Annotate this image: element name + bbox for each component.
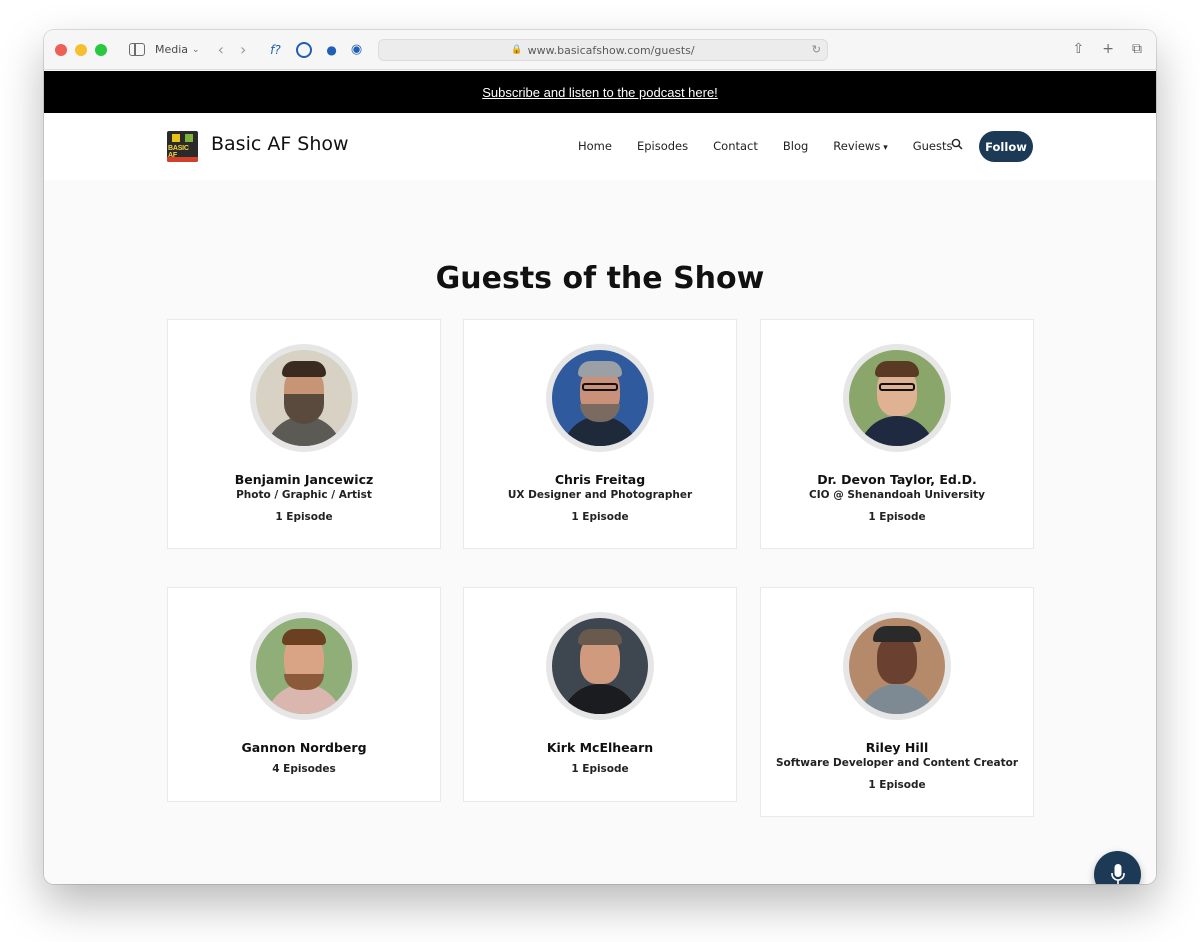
- guest-role: Software Developer and Content Creator: [775, 757, 1019, 769]
- guest-name[interactable]: Kirk McElhearn: [464, 740, 736, 755]
- podcast-player-button[interactable]: [1094, 851, 1141, 884]
- guest-card[interactable]: Riley Hill Software Developer and Conten…: [760, 587, 1034, 817]
- guest-name[interactable]: Gannon Nordberg: [168, 740, 440, 755]
- guest-role: CIO @ Shenandoah University: [809, 489, 985, 501]
- avatar: [250, 344, 358, 452]
- page-title: Guests of the Show: [435, 261, 765, 296]
- subscribe-link[interactable]: Subscribe and listen to the podcast here…: [482, 85, 718, 100]
- sidebar-label[interactable]: Media: [155, 43, 188, 56]
- guest-name[interactable]: Riley Hill: [761, 740, 1033, 755]
- guest-card[interactable]: Gannon Nordberg 4 Episodes: [167, 587, 441, 802]
- tab-overview-icon[interactable]: ⧉: [1132, 41, 1142, 57]
- avatar: [843, 612, 951, 720]
- guest-episodes[interactable]: 1 Episode: [168, 511, 440, 523]
- avatar: [843, 344, 951, 452]
- share-icon[interactable]: ⇧: [1073, 41, 1085, 57]
- minimize-window-button[interactable]: [75, 43, 87, 56]
- nav-guests[interactable]: Guests: [913, 139, 953, 153]
- guest-card[interactable]: Kirk McElhearn 1 Episode: [463, 587, 737, 802]
- chevron-down-icon[interactable]: ⌄: [192, 45, 200, 55]
- site-title[interactable]: Basic AF Show: [211, 133, 349, 155]
- lock-icon: 🔒: [511, 45, 523, 55]
- guest-role: UX Designer and Photographer: [507, 489, 693, 501]
- avatar: [546, 612, 654, 720]
- guest-episodes[interactable]: 1 Episode: [761, 779, 1033, 791]
- new-tab-icon[interactable]: +: [1102, 41, 1114, 57]
- page: Subscribe and listen to the podcast here…: [44, 71, 1156, 884]
- guest-name[interactable]: Dr. Devon Taylor, Ed.D.: [761, 472, 1033, 487]
- guest-name[interactable]: Chris Freitag: [464, 472, 736, 487]
- microphone-icon: [1110, 863, 1125, 884]
- avatar: [250, 612, 358, 720]
- avatar: [546, 344, 654, 452]
- site-header: BASIC AF Basic AF Show Home Episodes Con…: [44, 113, 1156, 180]
- guest-card[interactable]: Benjamin Jancewicz Photo / Graphic / Art…: [167, 319, 441, 549]
- rss-icon[interactable]: ●: [326, 43, 336, 57]
- guest-episodes[interactable]: 1 Episode: [761, 511, 1033, 523]
- guest-card[interactable]: Chris Freitag UX Designer and Photograph…: [463, 319, 737, 549]
- broadcast-icon[interactable]: ◉: [351, 42, 362, 57]
- sidebar-toggle-icon[interactable]: [129, 43, 145, 56]
- close-window-button[interactable]: [55, 43, 67, 56]
- browser-window: Media ⌄ ‹ › f? ● ◉ 🔒 www.basicafshow.com…: [44, 30, 1156, 884]
- subscribe-banner: Subscribe and listen to the podcast here…: [44, 71, 1156, 113]
- zoom-window-button[interactable]: [95, 43, 107, 56]
- nav-reviews[interactable]: Reviews: [833, 139, 887, 153]
- nav-contact[interactable]: Contact: [713, 139, 758, 153]
- reload-icon[interactable]: ↻: [812, 43, 821, 56]
- url-text: www.basicafshow.com/guests/: [527, 43, 695, 57]
- guest-name[interactable]: Benjamin Jancewicz: [168, 472, 440, 487]
- nav-home[interactable]: Home: [578, 139, 612, 153]
- site-logo[interactable]: BASIC AF: [167, 131, 198, 162]
- guest-card[interactable]: Dr. Devon Taylor, Ed.D. CIO @ Shenandoah…: [760, 319, 1034, 549]
- follow-button[interactable]: Follow: [979, 131, 1033, 162]
- address-bar[interactable]: 🔒 www.basicafshow.com/guests/ ↻: [378, 39, 828, 61]
- function-extension-icon[interactable]: f?: [266, 41, 284, 59]
- main-nav: Home Episodes Contact Blog Reviews Guest…: [578, 139, 978, 153]
- nav-blog[interactable]: Blog: [783, 139, 808, 153]
- forward-arrow-icon[interactable]: ›: [240, 40, 246, 59]
- window-controls: [55, 43, 107, 56]
- guest-episodes[interactable]: 4 Episodes: [168, 763, 440, 775]
- browser-toolbar: Media ⌄ ‹ › f? ● ◉ 🔒 www.basicafshow.com…: [44, 30, 1156, 70]
- nav-episodes[interactable]: Episodes: [637, 139, 688, 153]
- guest-episodes[interactable]: 1 Episode: [464, 763, 736, 775]
- privacy-extension-icon[interactable]: [296, 41, 313, 58]
- guest-episodes[interactable]: 1 Episode: [464, 511, 736, 523]
- toolbar-right: ⇧ + ⧉: [1073, 41, 1142, 57]
- search-icon[interactable]: [951, 138, 963, 150]
- back-arrow-icon[interactable]: ‹: [218, 40, 224, 59]
- guest-role: Photo / Graphic / Artist: [236, 489, 372, 501]
